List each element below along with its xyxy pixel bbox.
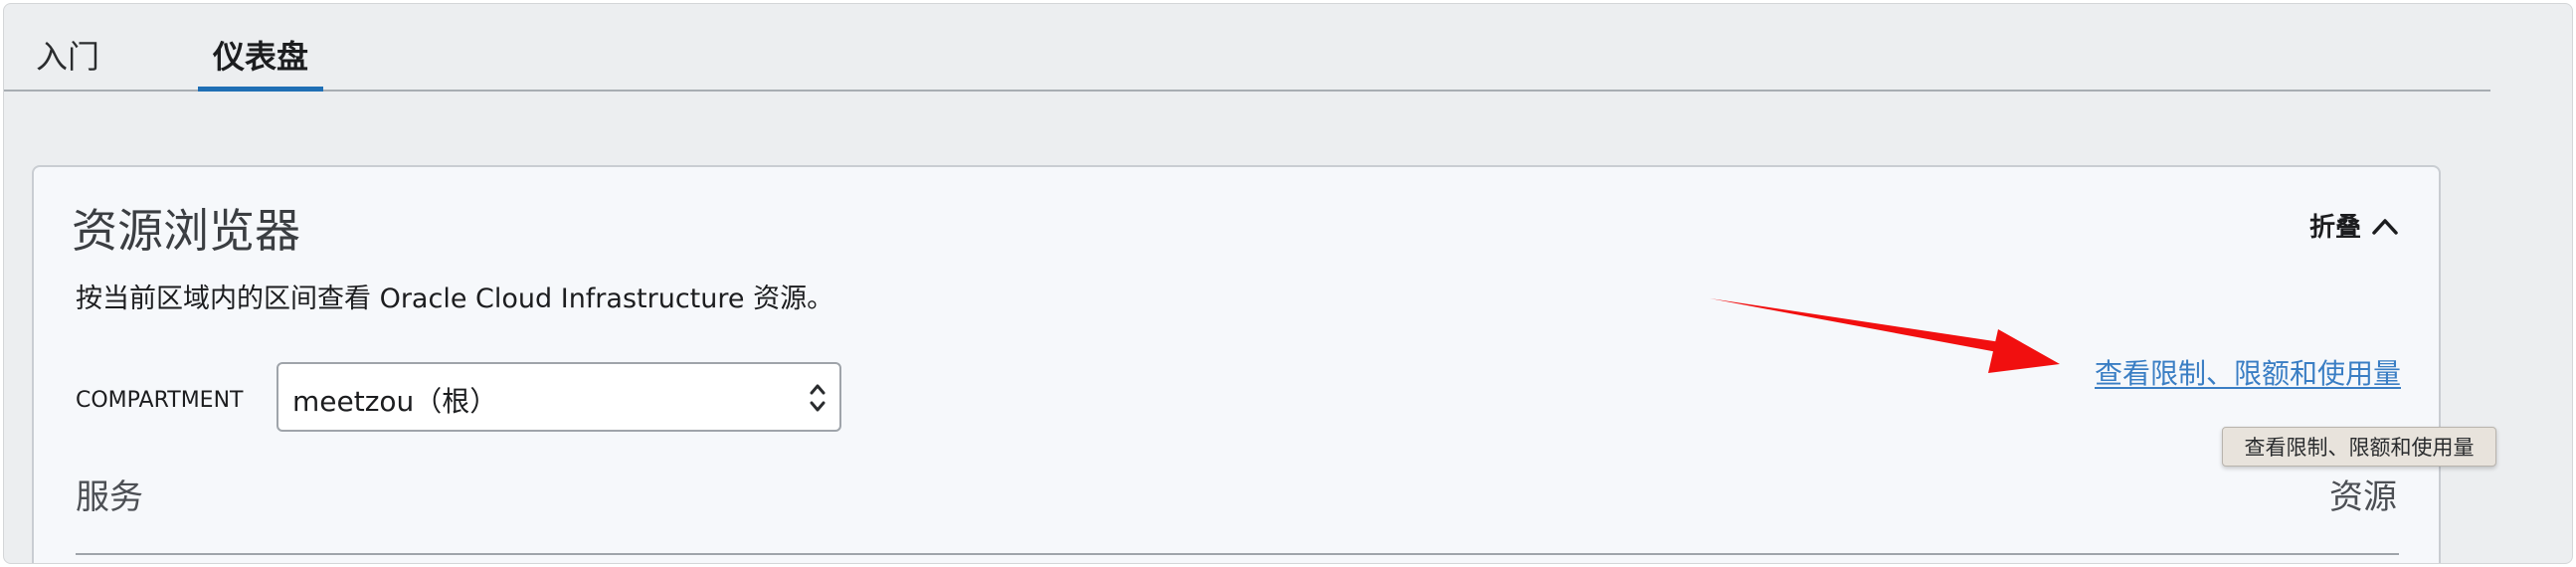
select-chevrons-icon — [810, 384, 826, 412]
link-tooltip: 查看限制、限额和使用量 — [2222, 427, 2496, 467]
chevron-up-icon — [2372, 218, 2398, 235]
app-window: 入门 仪表盘 资源浏览器 折叠 按当前区域内的区间查看 Oracle Cloud… — [3, 3, 2573, 564]
compartment-selected-value: meetzou（根） — [292, 385, 498, 418]
tab-dashboard[interactable]: 仪表盘 — [198, 32, 323, 92]
collapse-label: 折叠 — [2308, 213, 2361, 243]
tab-getting-started[interactable]: 入门 — [36, 32, 99, 78]
compartment-label: COMPARTMENT — [76, 388, 244, 413]
collapse-button[interactable]: 折叠 — [2309, 207, 2399, 244]
divider — [76, 553, 2399, 555]
tab-bar: 入门 仪表盘 — [4, 4, 2490, 92]
view-limits-quotas-usage-link[interactable]: 查看限制、限额和使用量 — [2095, 352, 2401, 392]
resource-explorer-panel: 资源浏览器 折叠 按当前区域内的区间查看 Oracle Cloud Infras… — [32, 165, 2441, 563]
compartment-select[interactable]: meetzou（根） — [276, 362, 841, 432]
resources-column-header: 资源 — [2329, 477, 2397, 517]
panel-description: 按当前区域内的区间查看 Oracle Cloud Infrastructure … — [76, 284, 834, 314]
services-column-header: 服务 — [76, 477, 143, 517]
red-arrow-annotation — [1710, 298, 2060, 373]
panel-title: 资源浏览器 — [72, 204, 300, 258]
